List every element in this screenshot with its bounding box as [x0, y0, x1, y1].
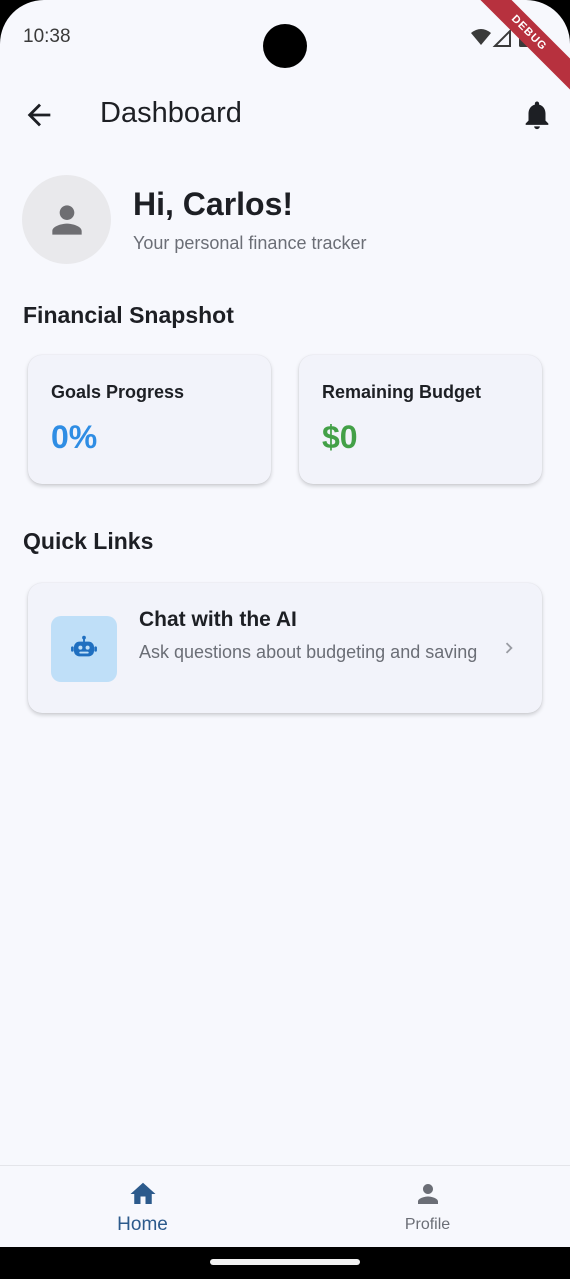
- chevron-right-icon: [505, 642, 513, 654]
- robot-icon: [71, 635, 97, 657]
- snapshot-heading: Financial Snapshot: [23, 302, 234, 328]
- greeting-subtitle: Your personal finance tracker: [133, 233, 367, 253]
- remaining-budget-card[interactable]: Remaining Budget $0: [299, 355, 542, 484]
- home-icon: [130, 1182, 156, 1204]
- nav-item-profile[interactable]: Profile: [285, 1166, 570, 1247]
- status-bar: 10:38 DEBUG: [0, 0, 570, 94]
- chat-ai-link[interactable]: Chat with the AI Ask questions about bud…: [28, 583, 542, 713]
- page-title: Dashboard: [100, 97, 242, 129]
- person-icon: [418, 1184, 438, 1204]
- card-label: Goals Progress: [51, 382, 185, 402]
- card-label: Remaining Budget: [322, 382, 482, 402]
- nav-label-profile: Profile: [404, 1216, 451, 1233]
- status-time: 10:38: [23, 26, 71, 47]
- remaining-budget-value: $0: [322, 419, 358, 455]
- greeting-title: Hi, Carlos!: [133, 186, 294, 222]
- nav-item-home[interactable]: Home: [0, 1166, 285, 1247]
- quick-links-heading: Quick Links: [23, 528, 154, 554]
- arrow-back-icon[interactable]: [22, 98, 56, 132]
- robot-icon-box: [51, 616, 117, 682]
- quick-link-description: Ask questions about budgeting and saving: [139, 642, 478, 662]
- bottom-nav: Home Profile: [0, 1165, 570, 1247]
- app-screen: 10:38 DEBUG Dashboard Hi, Carlos! Your p…: [0, 0, 570, 1247]
- signal-icon: [492, 28, 511, 47]
- home-indicator[interactable]: [210, 1259, 360, 1265]
- bell-icon[interactable]: [520, 98, 554, 132]
- wifi-icon: [471, 29, 491, 45]
- camera-cutout: [263, 24, 307, 68]
- quick-link-title: Chat with the AI: [139, 608, 297, 631]
- person-icon: [51, 204, 82, 235]
- goals-progress-value: 0%: [51, 419, 98, 455]
- nav-label-home: Home: [117, 1214, 168, 1235]
- goals-progress-card[interactable]: Goals Progress 0%: [28, 355, 271, 484]
- avatar: [22, 175, 111, 264]
- app-bar: Dashboard: [0, 86, 570, 142]
